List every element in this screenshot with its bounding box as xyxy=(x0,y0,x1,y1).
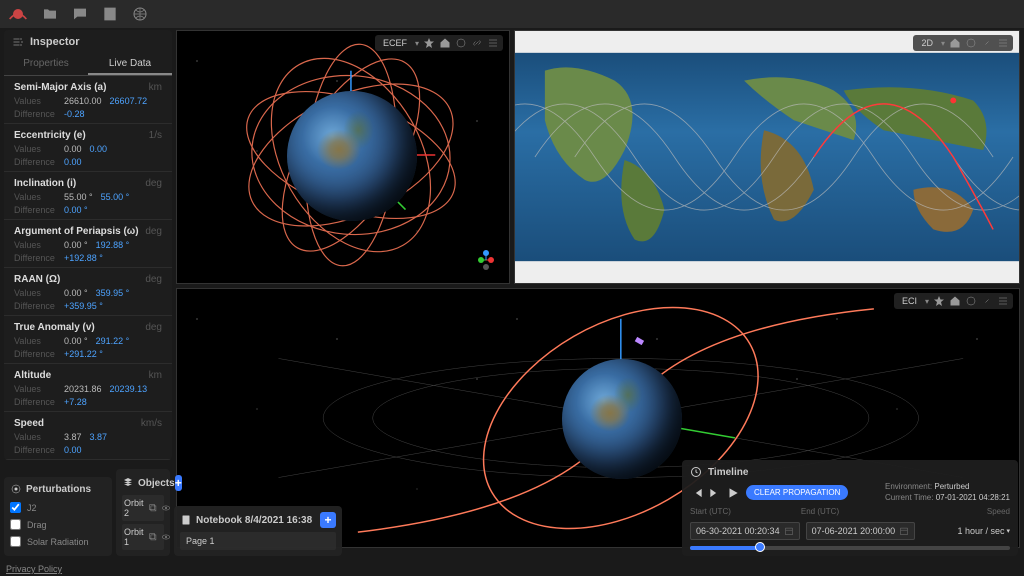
perturbation-solar-radiation[interactable]: Solar Radiation xyxy=(10,533,106,550)
home-icon[interactable] xyxy=(949,37,961,49)
copy-icon[interactable] xyxy=(148,503,158,513)
perturbations-title: Perturbations xyxy=(26,484,91,495)
objects-panel: Objects + Orbit 2Orbit 1 xyxy=(116,469,170,556)
viewport-controls: 2D▾ xyxy=(913,35,1013,51)
axis-gizmo[interactable] xyxy=(471,245,501,275)
star-icon[interactable] xyxy=(933,295,945,307)
param-0: Semi-Major Axis (a)kmValues26610.0026607… xyxy=(4,76,172,124)
speed-selector[interactable]: 1 hour / sec ▾ xyxy=(957,526,1010,536)
param-5: True Anomaly (v)degValues0.00 °291.22 °D… xyxy=(4,316,172,364)
menu-icon[interactable] xyxy=(997,295,1009,307)
timeline-icon xyxy=(690,466,702,478)
current-time-value: 07-01-2021 04:28:21 xyxy=(936,493,1010,502)
link-icon[interactable] xyxy=(981,295,993,307)
viewport-controls: ECI▾ xyxy=(894,293,1013,309)
notebook-panel: Notebook 8/4/2021 16:38 + Page 1 xyxy=(174,506,342,556)
param-2: Inclination (i)degValues55.00 °55.00 °Di… xyxy=(4,172,172,220)
time-label: Current Time: xyxy=(885,493,933,502)
copy-icon[interactable] xyxy=(148,532,158,542)
add-object-button[interactable]: + xyxy=(175,475,182,491)
viewport-controls: ECEF▾ xyxy=(375,35,503,51)
app-logo xyxy=(8,4,28,24)
param-3: Argument of Periapsis (ω)degValues0.00 °… xyxy=(4,220,172,268)
skip-back-icon[interactable] xyxy=(690,486,704,500)
viewport-3d-ecef[interactable]: ECEF▾ xyxy=(176,30,510,284)
privacy-policy-link[interactable]: Privacy Policy xyxy=(6,564,62,574)
globe-small-icon[interactable] xyxy=(965,37,977,49)
param-6: AltitudekmValues20231.8620239.13Differen… xyxy=(4,364,172,412)
notebook-page[interactable]: Page 1 xyxy=(180,532,336,550)
skip-forward-icon[interactable] xyxy=(708,486,722,500)
objects-title: Objects xyxy=(138,478,175,489)
notebook-title: Notebook 8/4/2021 16:38 xyxy=(196,515,312,526)
calendar-icon xyxy=(784,526,794,536)
param-1: Eccentricity (e)1/sValues0.000.00Differe… xyxy=(4,124,172,172)
eye-icon[interactable] xyxy=(161,532,171,542)
eye-icon[interactable] xyxy=(161,503,171,513)
param-4: RAAN (Ω)degValues0.00 °359.95 °Differenc… xyxy=(4,268,172,316)
viewport-mode-label[interactable]: ECEF xyxy=(379,38,411,48)
home-icon[interactable] xyxy=(439,37,451,49)
inspector-header: Inspector xyxy=(4,30,172,54)
link-icon[interactable] xyxy=(471,37,483,49)
checkbox[interactable] xyxy=(10,519,21,530)
globe-small-icon[interactable] xyxy=(455,37,467,49)
contact-icon[interactable] xyxy=(102,6,118,22)
top-toolbar xyxy=(0,0,1024,28)
chat-icon[interactable] xyxy=(72,6,88,22)
object-row-1[interactable]: Orbit 1 xyxy=(122,524,164,550)
end-date-input[interactable]: 07-06-2021 20:00:00 xyxy=(806,522,916,540)
timeline-slider[interactable] xyxy=(690,546,1010,550)
link-icon[interactable] xyxy=(981,37,993,49)
viewport-2d-map[interactable]: 2D▾ xyxy=(514,30,1020,284)
timeline-panel: Timeline CLEAR PROPAGATION Environment: … xyxy=(682,460,1018,556)
objects-icon xyxy=(122,477,134,489)
globe-icon[interactable] xyxy=(132,6,148,22)
notebook-icon xyxy=(180,514,192,526)
clear-propagation-button[interactable]: CLEAR PROPAGATION xyxy=(746,485,848,500)
param-7: Speedkm/sValues3.873.87Difference0.00 xyxy=(4,412,172,460)
perturbation-drag[interactable]: Drag xyxy=(10,516,106,533)
checkbox[interactable] xyxy=(10,536,21,547)
timeline-title: Timeline xyxy=(708,467,748,478)
tab-live-data[interactable]: Live Data xyxy=(88,54,172,75)
folder-icon[interactable] xyxy=(42,6,58,22)
object-row-0[interactable]: Orbit 2 xyxy=(122,495,164,521)
calendar-icon xyxy=(899,526,909,536)
menu-icon[interactable] xyxy=(997,37,1009,49)
perturbation-icon xyxy=(10,483,22,495)
start-label: Start (UTC) xyxy=(690,507,731,516)
globe-small-icon[interactable] xyxy=(965,295,977,307)
inspector-title: Inspector xyxy=(30,36,80,48)
menu-icon[interactable] xyxy=(487,37,499,49)
inspector-icon xyxy=(12,36,24,48)
perturbation-j2[interactable]: J2 xyxy=(10,499,106,516)
slider-thumb[interactable] xyxy=(755,542,765,552)
env-value: Perturbed xyxy=(934,482,969,491)
speed-label: Speed xyxy=(987,507,1010,516)
viewport-mode-label[interactable]: ECI xyxy=(898,296,921,306)
viewport-mode-label[interactable]: 2D xyxy=(917,38,937,48)
inspector-panel: Inspector Properties Live Data Semi-Majo… xyxy=(4,30,172,460)
play-icon[interactable] xyxy=(726,486,740,500)
start-date-input[interactable]: 06-30-2021 00:20:34 xyxy=(690,522,800,540)
perturbations-panel: Perturbations J2DragSolar Radiation xyxy=(4,477,112,556)
env-label: Environment: xyxy=(885,482,932,491)
add-page-button[interactable]: + xyxy=(320,512,336,528)
tab-properties[interactable]: Properties xyxy=(4,54,88,75)
home-icon[interactable] xyxy=(949,295,961,307)
star-icon[interactable] xyxy=(423,37,435,49)
checkbox[interactable] xyxy=(10,502,21,513)
end-label: End (UTC) xyxy=(801,507,839,516)
